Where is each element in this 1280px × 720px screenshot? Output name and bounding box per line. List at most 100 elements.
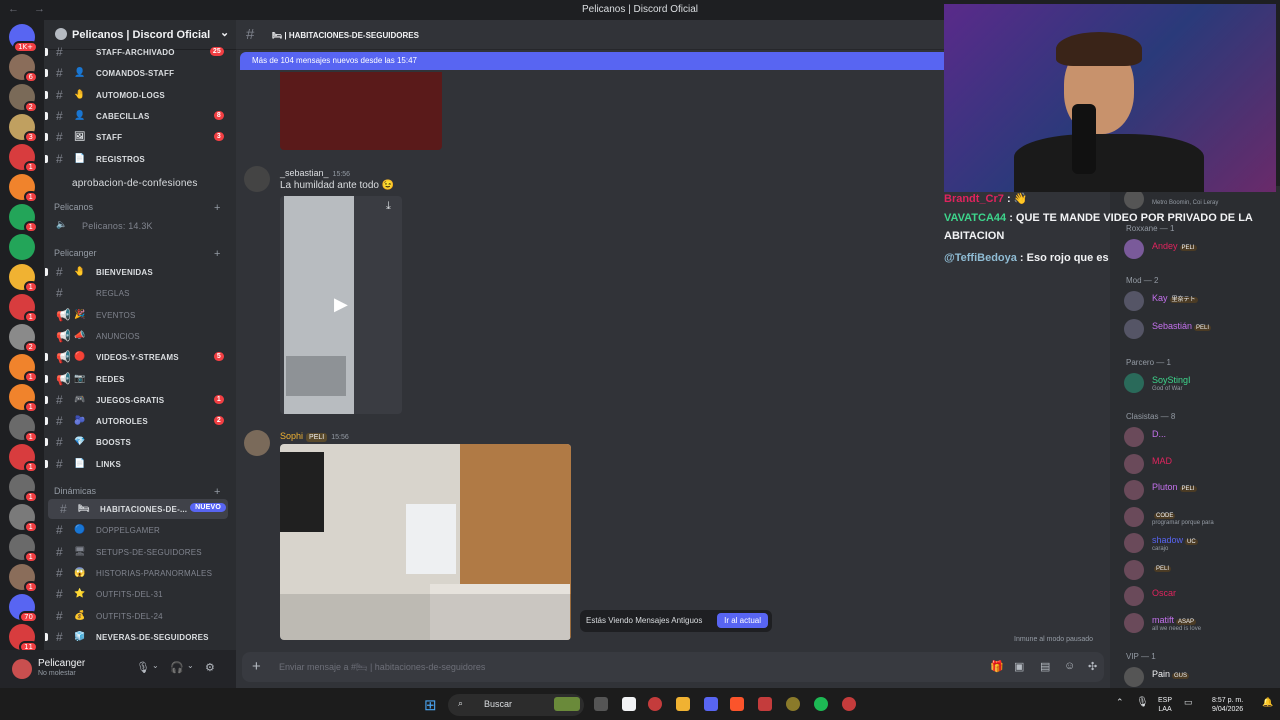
server-icon[interactable]: 2 xyxy=(9,324,38,353)
channel-item[interactable]: # 🤚 automod-logs xyxy=(44,85,236,105)
notification-icon[interactable]: 🔔 xyxy=(1262,697,1273,708)
server-icon[interactable]: 1 xyxy=(9,444,38,473)
voice-channel[interactable]: 🔈 Pelicanos: 14.3K xyxy=(44,216,236,236)
channel-item[interactable]: # 🤚 bienvenidas xyxy=(44,262,236,282)
headphones-icon[interactable]: 🎧 xyxy=(170,661,184,674)
microphone-icon[interactable]: 🎙 xyxy=(1136,697,1149,708)
server-icon[interactable]: 1 xyxy=(9,474,38,503)
server-icon[interactable]: 1 xyxy=(9,144,38,173)
chevron-down-icon[interactable]: ⌄ xyxy=(187,661,194,670)
channel-item[interactable]: # 🖼 staff 3 xyxy=(44,127,236,147)
message-author[interactable]: Sophi PELI 15:56 xyxy=(280,431,349,442)
brave-icon[interactable] xyxy=(730,697,744,711)
member-item[interactable]: Pain GUS xyxy=(1110,664,1280,688)
channel-item[interactable]: 📢 🎉 eventos xyxy=(44,305,236,325)
channel-item[interactable]: # 😱 historias-paranormales xyxy=(44,563,236,583)
channel-item[interactable]: 📢 📣 anuncios xyxy=(44,326,236,346)
gear-icon[interactable]: ⚙ xyxy=(205,661,215,674)
member-item[interactable]: Andey PELI xyxy=(1110,236,1280,262)
channel-item[interactable]: # 👤 comandos-staff xyxy=(44,63,236,83)
download-icon[interactable]: ⤓ xyxy=(386,200,391,213)
add-channel-icon[interactable]: + xyxy=(214,202,220,214)
avatar[interactable] xyxy=(12,659,32,679)
new-messages-bar[interactable]: Más de 104 mensajes nuevos desde las 15:… xyxy=(240,52,960,70)
video-attachment[interactable]: ▶ ⤓ xyxy=(280,196,402,414)
widget-icon[interactable] xyxy=(554,697,580,711)
server-icon[interactable]: 1 xyxy=(9,294,38,323)
channel-category[interactable]: Pelicanos + xyxy=(54,202,220,214)
network-icon[interactable]: ▭ xyxy=(1184,697,1193,708)
member-item[interactable]: shadow UC carajo xyxy=(1110,530,1280,556)
clock[interactable]: 8:57 p. m. 9/04/2026 xyxy=(1212,696,1243,714)
server-icon[interactable]: 1 xyxy=(9,414,38,443)
server-icon[interactable]: 1 xyxy=(9,204,38,233)
message-author[interactable]: _sebastian_ 15:56 xyxy=(280,168,350,178)
channel-item[interactable]: 📢 🔴 videos-y-streams 5 xyxy=(44,347,236,367)
chevron-down-icon[interactable]: ⌄ xyxy=(152,661,159,670)
sticker-icon[interactable]: ▤ xyxy=(1040,660,1050,673)
microphone-icon[interactable]: 🎙 xyxy=(136,661,150,674)
channel-item[interactable]: # ⭐ outfits-del-31 xyxy=(44,584,236,604)
apps-icon[interactable]: ✣ xyxy=(1088,660,1097,673)
app-icon[interactable] xyxy=(758,697,772,711)
play-icon[interactable]: ▶ xyxy=(334,294,348,315)
server-icon[interactable]: 1K+ xyxy=(9,24,38,53)
chevron-up-icon[interactable]: ⌃ xyxy=(1116,697,1124,708)
channel-item[interactable]: # 🫐 autoroles 2 xyxy=(44,411,236,431)
file-icon[interactable] xyxy=(622,697,636,711)
server-icon[interactable]: 1 xyxy=(9,504,38,533)
server-icon[interactable]: 1 xyxy=(9,264,38,293)
add-channel-icon[interactable]: + xyxy=(214,248,220,260)
server-icon[interactable]: 6 xyxy=(9,54,38,83)
server-icon[interactable]: 1 xyxy=(9,354,38,383)
channel-item[interactable]: # 📄 registros xyxy=(44,149,236,169)
folder-icon[interactable] xyxy=(676,697,690,711)
member-item[interactable]: matift ASAP all we need is love xyxy=(1110,610,1280,636)
server-icon[interactable]: 1 xyxy=(9,534,38,563)
gif-icon[interactable]: ▣ xyxy=(1014,660,1024,673)
channel-item[interactable]: # 💰 outfits-del-24 xyxy=(44,606,236,626)
emoji-icon[interactable]: ☺ xyxy=(1064,660,1075,672)
message-input[interactable]: Enviar mensaje a #🛏 | habitaciones-de-se… xyxy=(279,662,485,673)
member-item[interactable]: Pluton PELI xyxy=(1110,477,1280,503)
obs-icon[interactable] xyxy=(648,697,662,711)
channel-category[interactable]: Dinámicas + xyxy=(54,486,220,498)
message-composer[interactable]: + Enviar mensaje a #🛏 | habitaciones-de-… xyxy=(242,652,1104,682)
channel-item[interactable]: # 🎮 juegos-gratis 1 xyxy=(44,390,236,410)
task-view-icon[interactable] xyxy=(594,697,608,711)
member-item[interactable]: CODE programar porque para xyxy=(1110,504,1280,530)
server-icon[interactable]: 1 xyxy=(9,174,38,203)
app-icon[interactable] xyxy=(842,697,856,711)
member-item[interactable]: Kay 里奈テト xyxy=(1110,288,1280,314)
channel-item[interactable]: # 🧊 neveras-de-seguidores xyxy=(44,627,236,647)
channel-category[interactable]: Pelicanger + xyxy=(54,248,220,260)
channel-item[interactable]: # staff-archivado 25 xyxy=(44,42,236,62)
windows-start-icon[interactable]: ⊞ xyxy=(424,696,437,714)
server-icon[interactable]: 1 xyxy=(9,564,38,593)
channel-item[interactable]: # 🔵 doppelgamer xyxy=(44,520,236,540)
server-icon[interactable]: 70 xyxy=(9,594,38,623)
channel-item[interactable]: aprobacion-de-confesiones xyxy=(44,172,236,192)
app-icon[interactable] xyxy=(786,697,800,711)
member-item[interactable]: PELI xyxy=(1110,557,1280,583)
spotify-icon[interactable] xyxy=(814,697,828,711)
member-item[interactable]: Oscar xyxy=(1110,583,1280,609)
member-item[interactable]: SoyStingI God of War xyxy=(1110,370,1280,396)
channel-item[interactable]: # 💎 boosts xyxy=(44,432,236,452)
member-item[interactable]: D... xyxy=(1110,424,1280,450)
server-icon[interactable]: 3 xyxy=(9,114,38,143)
language-indicator[interactable]: ESP LAA xyxy=(1158,696,1172,714)
channel-item[interactable]: # 🖥 setups-de-seguidores xyxy=(44,542,236,562)
avatar[interactable] xyxy=(244,166,270,192)
image-attachment[interactable] xyxy=(280,444,571,640)
image-attachment[interactable] xyxy=(280,72,442,150)
member-item[interactable]: Sebastián PELI xyxy=(1110,316,1280,342)
channel-item[interactable]: # reglas xyxy=(44,283,236,303)
channel-item[interactable]: # 👤 cabecillas 8 xyxy=(44,106,236,126)
gift-icon[interactable]: 🎁 xyxy=(990,660,1004,673)
add-channel-icon[interactable]: + xyxy=(214,486,220,498)
jump-to-present-button[interactable]: Ir al actual xyxy=(717,613,768,628)
server-icon[interactable] xyxy=(9,234,35,260)
server-icon[interactable]: 11 xyxy=(9,624,38,653)
chevron-down-icon[interactable]: ⌄ xyxy=(220,26,229,39)
